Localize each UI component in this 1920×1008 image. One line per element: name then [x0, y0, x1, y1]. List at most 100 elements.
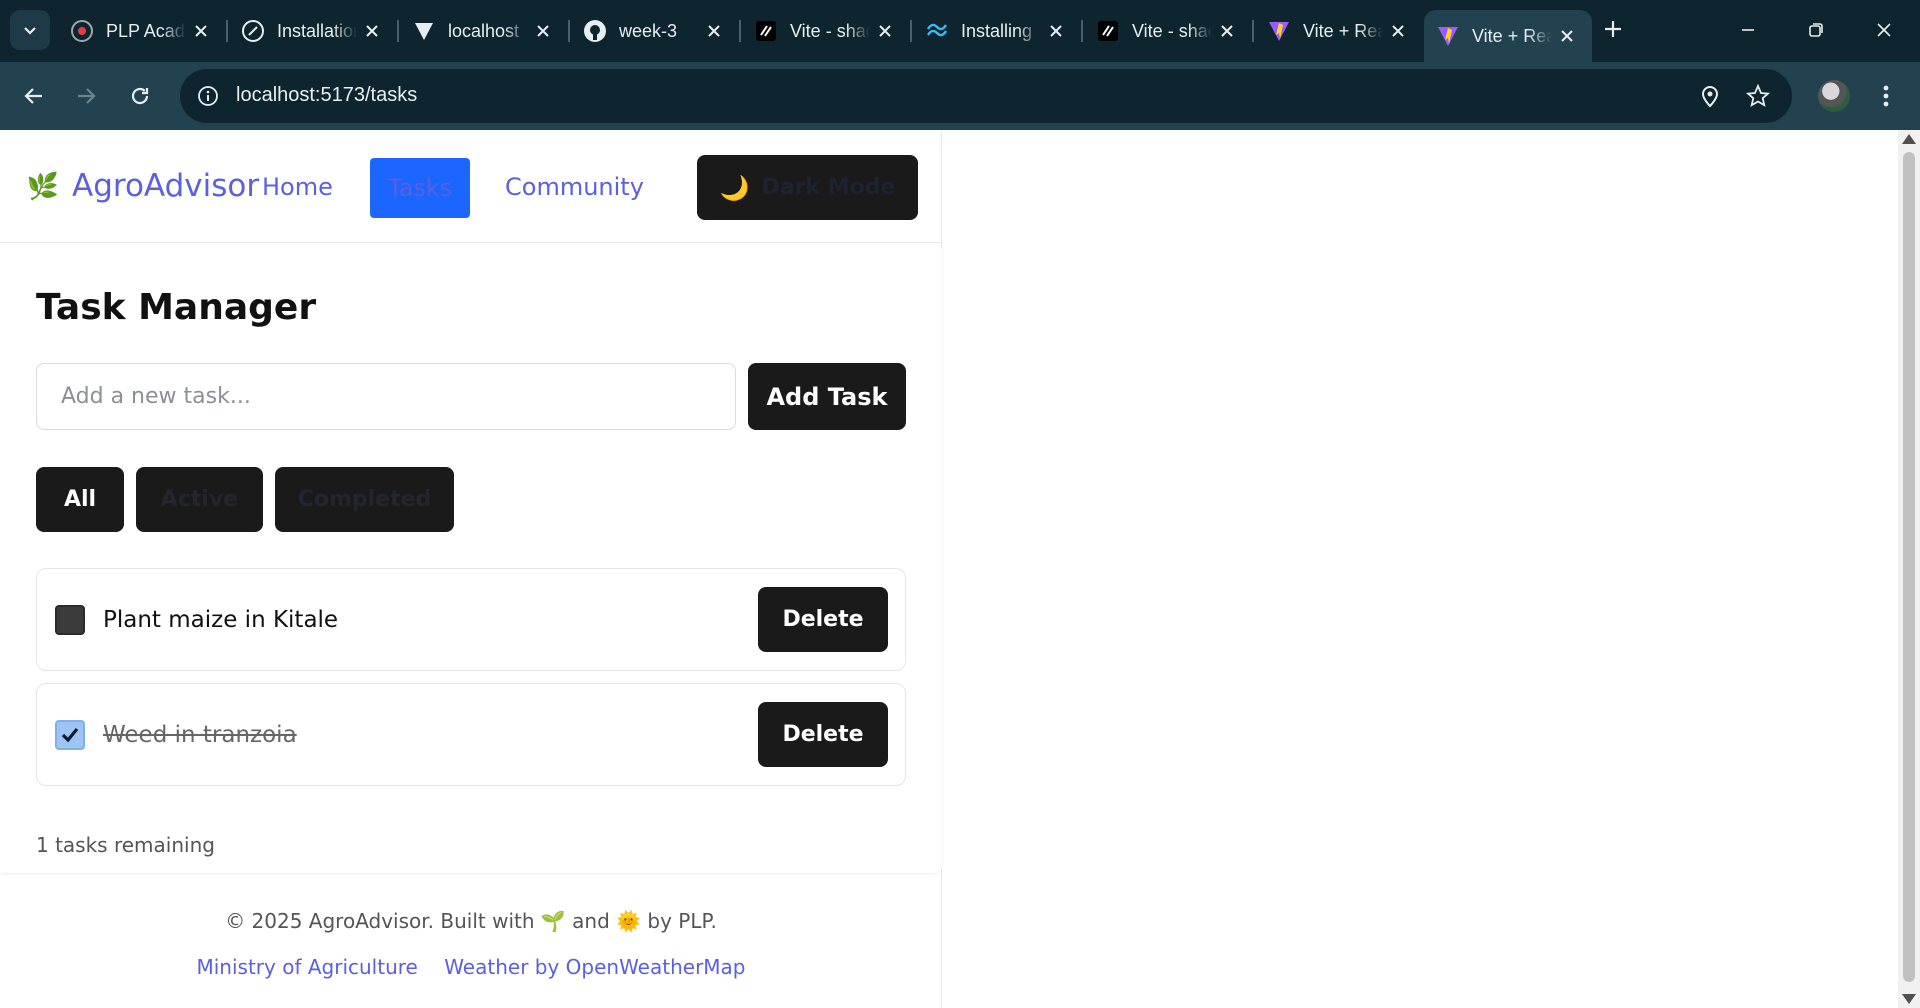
close-icon[interactable]	[1045, 20, 1067, 42]
filter-completed-button[interactable]: Completed	[275, 467, 454, 532]
tab-search-button[interactable]	[10, 10, 50, 50]
browser-tab-strip: PLP Academy Installation localhost week-…	[0, 0, 1920, 62]
browser-tab[interactable]: Vite - shadcn	[742, 10, 910, 52]
task-manager-card: Task Manager Add Task All Active Complet…	[0, 243, 942, 873]
tasks-remaining-count: 1 tasks remaining	[36, 833, 215, 857]
close-icon[interactable]	[1216, 20, 1238, 42]
browser-tab[interactable]: Vite - shadcn	[1084, 10, 1252, 52]
add-task-button[interactable]: Add Task	[748, 363, 906, 430]
github-icon	[583, 19, 607, 43]
tab-separator	[1252, 20, 1254, 42]
browser-tab[interactable]: week-3	[571, 10, 739, 52]
task-item: Weed in tranzoia Delete	[36, 683, 906, 786]
close-icon[interactable]	[874, 20, 896, 42]
restore-button[interactable]	[1796, 12, 1836, 48]
filter-all-button[interactable]: All	[36, 467, 124, 532]
browser-tab[interactable]: PLP Academy	[58, 10, 226, 52]
tab-separator	[397, 20, 399, 42]
tab-separator	[1081, 20, 1083, 42]
browser-tab[interactable]: Vite + React	[1255, 10, 1423, 52]
footer-link-ministry[interactable]: Ministry of Agriculture	[196, 955, 417, 979]
tab-title: Installing	[961, 20, 1033, 41]
task-checkbox[interactable]	[55, 720, 85, 750]
task-checkbox[interactable]	[55, 605, 85, 635]
footer-copyright: © 2025 AgroAdvisor. Built with 🌱 and 🌞 b…	[0, 909, 942, 933]
nav-link-community[interactable]: Community	[505, 173, 644, 201]
back-button[interactable]	[14, 76, 54, 116]
url-text[interactable]: localhost:5173/tasks	[236, 84, 417, 107]
reload-button[interactable]	[120, 76, 160, 116]
reload-icon	[131, 87, 149, 105]
chevron-down-icon	[24, 27, 36, 35]
page-scrollbar[interactable]	[1898, 130, 1920, 1008]
footer-link-weather[interactable]: Weather by OpenWeatherMap	[444, 955, 745, 979]
profile-avatar[interactable]	[1818, 80, 1850, 112]
tab-title: week-3	[619, 20, 678, 41]
delete-task-button[interactable]: Delete	[758, 587, 888, 652]
close-icon[interactable]	[532, 20, 554, 42]
moon-icon: 🌙	[719, 173, 750, 202]
copyright-text: © 2025 AgroAdvisor. Built with	[225, 909, 535, 933]
slash-icon	[1096, 19, 1120, 43]
scrollbar-thumb[interactable]	[1903, 152, 1915, 982]
nav-link-home[interactable]: Home	[262, 173, 333, 201]
info-icon[interactable]	[194, 82, 222, 110]
checkmark-icon	[61, 727, 79, 743]
app-navbar: 🌿 AgroAdvisor Home Tasks Community 🌙 Dar…	[0, 130, 942, 243]
and-text: and	[572, 909, 610, 933]
vite-icon	[1436, 24, 1460, 48]
tab-title: localhost	[448, 20, 520, 41]
address-bar[interactable]: localhost:5173/tasks	[180, 69, 1792, 123]
tab-separator	[910, 20, 912, 42]
location-pin-icon[interactable]	[1696, 82, 1724, 110]
new-tab-button[interactable]	[1598, 14, 1628, 44]
arrow-left-icon	[24, 88, 42, 104]
forward-button[interactable]	[66, 76, 106, 116]
close-icon[interactable]	[361, 20, 383, 42]
slash-icon	[241, 19, 265, 43]
brand-name: AgroAdvisor	[72, 168, 260, 204]
tab-title: PLP Academy	[106, 20, 186, 41]
tab-title: Vite - shadcn	[790, 20, 870, 41]
brand[interactable]: 🌿 AgroAdvisor	[26, 168, 260, 204]
sprout-icon: 🌱	[540, 909, 566, 933]
dark-mode-toggle-button[interactable]: 🌙 Dark Mode	[697, 155, 918, 220]
star-icon[interactable]	[1744, 82, 1772, 110]
scroll-up-arrow-icon[interactable]	[1902, 134, 1916, 144]
close-icon[interactable]	[1556, 25, 1578, 47]
tab-separator	[739, 20, 741, 42]
close-icon[interactable]	[1387, 20, 1409, 42]
tab-separator	[568, 20, 570, 42]
more-vertical-icon	[1883, 85, 1889, 107]
leaf-icon: 🌿	[26, 170, 60, 201]
browser-tab-active[interactable]: Vite + React	[1424, 10, 1592, 62]
app-container: 🌿 AgroAdvisor Home Tasks Community 🌙 Dar…	[0, 130, 942, 1008]
browser-menu-button[interactable]	[1870, 80, 1902, 112]
browser-tab[interactable]: localhost	[400, 10, 568, 52]
task-text: Weed in tranzoia	[103, 722, 297, 748]
vercel-icon	[412, 19, 436, 43]
new-task-input[interactable]	[36, 363, 736, 430]
delete-task-button[interactable]: Delete	[758, 702, 888, 767]
restore-icon	[1809, 23, 1823, 37]
filter-active-button[interactable]: Active	[136, 467, 263, 532]
close-icon	[1877, 23, 1891, 37]
slash-icon	[754, 19, 778, 43]
nav-link-tasks[interactable]: Tasks	[370, 158, 471, 218]
minimize-button[interactable]	[1728, 12, 1768, 48]
browser-toolbar: localhost:5173/tasks	[0, 62, 1920, 130]
browser-tab[interactable]: Installing	[913, 10, 1081, 52]
tab-title: Vite + React	[1303, 20, 1383, 41]
tailwind-icon	[925, 19, 949, 43]
tab-title: Vite - shadcn	[1132, 20, 1212, 41]
tab-title: Vite + React	[1472, 25, 1552, 46]
task-item: Plant maize in Kitale Delete	[36, 568, 906, 671]
close-icon[interactable]	[190, 20, 212, 42]
scroll-down-arrow-icon[interactable]	[1902, 994, 1916, 1004]
page-viewport: 🌿 AgroAdvisor Home Tasks Community 🌙 Dar…	[0, 130, 1898, 1008]
by-text: by PLP.	[647, 909, 717, 933]
browser-tab[interactable]: Installation	[229, 10, 397, 52]
window-close-button[interactable]	[1864, 12, 1904, 48]
close-icon[interactable]	[703, 20, 725, 42]
footer-links: Ministry of Agriculture Weather by OpenW…	[0, 955, 942, 979]
